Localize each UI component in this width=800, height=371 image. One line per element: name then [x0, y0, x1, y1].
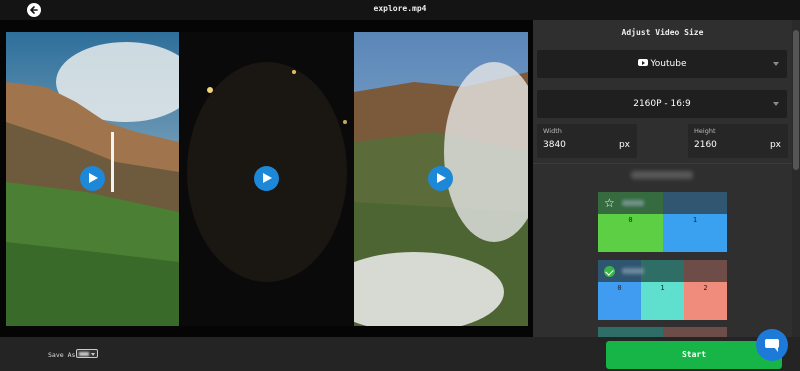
preset-cell: 1	[663, 214, 727, 252]
layout-preset-3[interactable]	[598, 327, 727, 337]
play-button[interactable]	[428, 166, 453, 191]
blurred-preset-label	[622, 268, 644, 274]
platform-select-value: Youtube	[650, 59, 687, 69]
panel-title: Adjust Video Size	[621, 28, 704, 37]
preview-frame-right	[354, 32, 528, 326]
chevron-down-icon	[773, 102, 779, 106]
chat-icon[interactable]	[756, 329, 788, 361]
file-title: explore.mp4	[373, 4, 427, 13]
platform-select[interactable]: Youtube	[537, 50, 787, 78]
preset-cell: 0	[598, 214, 663, 252]
check-circle-icon	[604, 266, 615, 277]
scrollbar-thumb[interactable]	[793, 30, 799, 170]
blurred-preset-label	[622, 200, 644, 206]
height-unit: px	[769, 140, 781, 150]
resolution-select[interactable]: 2160P - 16:9	[537, 90, 787, 118]
play-button[interactable]	[254, 166, 279, 191]
youtube-icon	[637, 59, 648, 66]
adjust-size-panel: Adjust Video Size Youtube 2160P - 16:9 W…	[533, 20, 800, 337]
height-label: Height	[694, 127, 716, 135]
save-as-select[interactable]	[76, 349, 98, 358]
preset-cell: 0	[598, 282, 641, 320]
bottom-bar: Save As Start	[0, 337, 800, 371]
width-value: 3840	[543, 140, 566, 150]
chevron-down-icon	[773, 62, 779, 66]
width-unit: px	[618, 140, 630, 150]
preset-cell: 2	[684, 282, 727, 320]
layout-preset-2[interactable]: 0 1 2	[598, 260, 727, 322]
play-button[interactable]	[80, 166, 105, 191]
preview-frame-left	[6, 32, 179, 326]
star-icon: ☆	[604, 196, 615, 210]
width-label: Width	[543, 127, 562, 135]
chevron-down-icon	[91, 353, 95, 356]
preset-cell: 1	[641, 282, 684, 320]
height-field[interactable]: Height 2160 px	[688, 124, 788, 158]
blurred-caption	[631, 171, 693, 179]
width-field[interactable]: Width 3840 px	[537, 124, 637, 158]
video-preview-area	[0, 20, 533, 337]
preview-frame-center	[180, 32, 354, 326]
resolution-select-value: 2160P - 16:9	[633, 99, 691, 109]
divider	[533, 163, 792, 164]
layout-preset-1[interactable]: ☆ 0 1	[598, 192, 727, 254]
height-value: 2160	[694, 140, 717, 150]
save-as-label: Save As	[48, 351, 76, 359]
panel-scrollbar[interactable]	[792, 20, 800, 337]
top-bar: explore.mp4	[0, 0, 800, 20]
